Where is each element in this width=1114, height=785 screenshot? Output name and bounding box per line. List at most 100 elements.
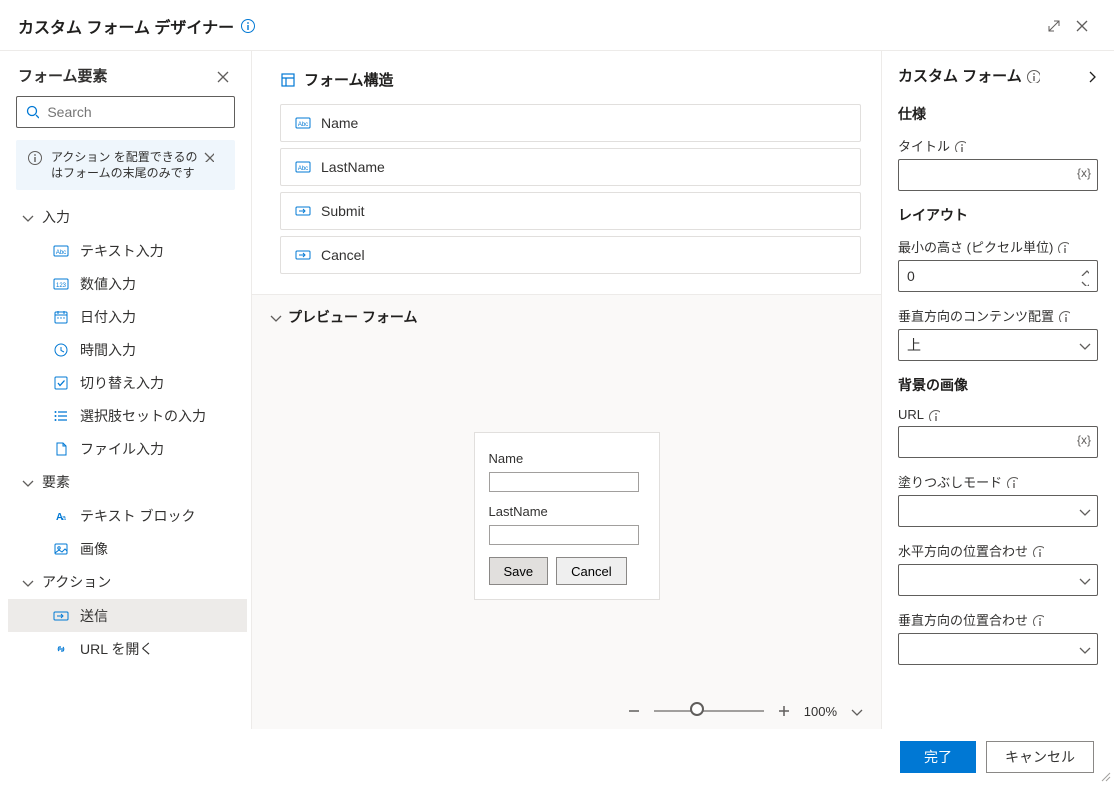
footer: 完了 キャンセル xyxy=(0,729,1114,785)
done-button[interactable]: 完了 xyxy=(900,741,976,773)
info-banner: アクション を配置できるのはフォームの末尾のみです xyxy=(16,140,235,190)
halign-field-label: 水平方向の位置合わせ xyxy=(898,541,1098,560)
group-label: 入力 xyxy=(42,207,70,227)
resize-grip-icon[interactable] xyxy=(1100,771,1112,783)
bgvalign-field-label: 垂直方向の位置合わせ xyxy=(898,610,1098,629)
item-date-input[interactable]: 日付入力 xyxy=(8,300,247,333)
info-icon[interactable] xyxy=(954,140,966,152)
info-icon[interactable] xyxy=(1006,476,1018,488)
fx-icon[interactable]: {x} xyxy=(1077,166,1091,180)
group-input[interactable]: 入力 xyxy=(8,200,247,234)
search-field[interactable] xyxy=(45,103,226,121)
group-label: 要素 xyxy=(42,472,70,492)
form-structure-icon xyxy=(280,72,296,88)
spinner-up-icon[interactable] xyxy=(1079,266,1089,276)
url-input[interactable]: {x} xyxy=(898,426,1098,458)
search-input[interactable] xyxy=(16,96,235,128)
info-icon[interactable] xyxy=(240,18,256,34)
preview-card: Name LastName Save Cancel xyxy=(474,432,660,600)
item-image[interactable]: 画像 xyxy=(8,532,247,565)
item-choiceset-input[interactable]: 選択肢セットの入力 xyxy=(8,399,247,432)
title-bar: カスタム フォーム デザイナー xyxy=(0,0,1114,51)
close-icon[interactable] xyxy=(1068,12,1096,40)
item-file-input[interactable]: ファイル入力 xyxy=(8,432,247,465)
bg-section-heading: 背景の画像 xyxy=(898,375,1098,395)
layout-section-heading: レイアウト xyxy=(898,205,1098,225)
group-actions[interactable]: アクション xyxy=(8,565,247,599)
zoom-slider-thumb[interactable] xyxy=(690,702,704,716)
item-time-input[interactable]: 時間入力 xyxy=(8,333,247,366)
structure-item-name[interactable]: Name xyxy=(280,104,861,142)
cancel-button[interactable]: キャンセル xyxy=(986,741,1094,773)
text-abc-icon xyxy=(295,115,311,131)
zoom-out-icon[interactable] xyxy=(626,703,642,719)
chevron-down-icon xyxy=(268,310,282,324)
element-tree: 入力 テキスト入力 数値入力 日付入力 時間入力 xyxy=(0,200,251,677)
chevron-down-icon xyxy=(1077,338,1091,352)
left-panel-title: フォーム要素 xyxy=(18,65,108,86)
chevron-down-icon xyxy=(1077,573,1091,587)
info-icon[interactable] xyxy=(1058,310,1070,322)
group-label: アクション xyxy=(42,572,111,592)
spinner-down-icon[interactable] xyxy=(1079,276,1089,286)
center-panel: フォーム構造 Name LastName Submit xyxy=(252,51,882,729)
info-icon[interactable] xyxy=(928,409,940,421)
info-icon[interactable] xyxy=(1026,69,1040,83)
maximize-icon[interactable] xyxy=(1040,12,1068,40)
chevron-down-icon xyxy=(1077,642,1091,656)
calendar-icon xyxy=(52,308,70,326)
preview-lastname-label: LastName xyxy=(489,504,645,519)
preview-lastname-input[interactable] xyxy=(489,525,639,545)
app-window: カスタム フォーム デザイナー フォーム要素 アクション を配置できるのはフォー… xyxy=(0,0,1114,785)
preview-header[interactable]: プレビュー フォーム xyxy=(252,295,881,339)
item-open-url[interactable]: URL を開く xyxy=(8,632,247,665)
chevron-down-icon xyxy=(1077,504,1091,518)
structure-item-cancel[interactable]: Cancel xyxy=(280,236,861,274)
item-toggle-input[interactable]: 切り替え入力 xyxy=(8,366,247,399)
chevron-down-icon xyxy=(20,475,34,489)
valign-field-label: 垂直方向のコンテンツ配置 xyxy=(898,306,1098,325)
left-panel-close-icon[interactable] xyxy=(215,69,235,83)
image-icon xyxy=(52,540,70,558)
zoom-in-icon[interactable] xyxy=(776,703,792,719)
item-text-input[interactable]: テキスト入力 xyxy=(8,234,247,267)
link-icon xyxy=(52,640,70,658)
halign-select[interactable] xyxy=(898,564,1098,596)
fillmode-field-label: 塗りつぶしモード xyxy=(898,472,1098,491)
number-123-icon xyxy=(52,275,70,293)
text-abc-icon xyxy=(295,159,311,175)
form-structure-heading: フォーム構造 xyxy=(280,69,861,90)
bgvalign-select[interactable] xyxy=(898,633,1098,665)
item-number-input[interactable]: 数値入力 xyxy=(8,267,247,300)
item-submit[interactable]: 送信 xyxy=(8,599,247,632)
submit-icon xyxy=(295,247,311,263)
preview-cancel-button[interactable]: Cancel xyxy=(556,557,626,585)
minheight-field-label: 最小の高さ (ピクセル単位) xyxy=(898,237,1098,256)
preview-save-button[interactable]: Save xyxy=(489,557,549,585)
fillmode-select[interactable] xyxy=(898,495,1098,527)
info-icon[interactable] xyxy=(1032,545,1044,557)
url-field-label: URL xyxy=(898,407,1098,422)
zoom-dropdown-icon[interactable] xyxy=(849,704,863,718)
zoom-slider[interactable] xyxy=(654,710,764,712)
structure-item-lastname[interactable]: LastName xyxy=(280,148,861,186)
group-elements[interactable]: 要素 xyxy=(8,465,247,499)
minheight-input[interactable]: 0 xyxy=(898,260,1098,292)
text-aa-icon xyxy=(52,507,70,525)
search-icon xyxy=(25,104,39,120)
checkbox-icon xyxy=(52,374,70,392)
right-panel-collapse-icon[interactable] xyxy=(1084,69,1098,83)
fx-icon[interactable]: {x} xyxy=(1077,433,1091,447)
structure-item-submit[interactable]: Submit xyxy=(280,192,861,230)
info-banner-close-icon[interactable] xyxy=(200,149,224,162)
info-icon[interactable] xyxy=(1032,614,1044,626)
preview-name-input[interactable] xyxy=(489,472,639,492)
info-icon[interactable] xyxy=(1057,241,1069,253)
title-input[interactable]: {x} xyxy=(898,159,1098,191)
preview-name-label: Name xyxy=(489,451,645,466)
left-panel: フォーム要素 アクション を配置できるのはフォームの末尾のみです 入 xyxy=(0,51,252,729)
zoom-bar: 100% xyxy=(252,693,881,729)
list-icon xyxy=(52,407,70,425)
valign-select[interactable]: 上 xyxy=(898,329,1098,361)
item-text-block[interactable]: テキスト ブロック xyxy=(8,499,247,532)
